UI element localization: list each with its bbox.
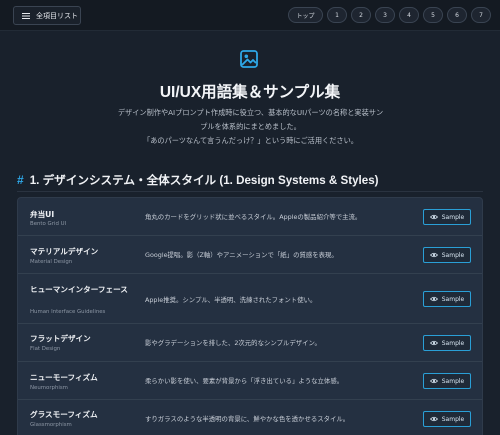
- list-item: フラットデザイン Flat Design 影やグラデーションを排した、2次元的な…: [18, 324, 482, 362]
- top-bar: 全項目リスト トップ 1 2 3 4 5 6 7: [0, 0, 500, 31]
- term-english-name: Bento Grid UI: [30, 221, 67, 227]
- all-items-menu-button[interactable]: 全項目リスト: [13, 6, 81, 25]
- page-title: UI/UX用語集＆サンプル集: [159, 84, 341, 101]
- nav-page-6-button[interactable]: 6: [447, 7, 467, 23]
- term-name: マテリアルデザイン: [30, 247, 99, 256]
- term-description: 影やグラデーションを排した、2次元的なシンプルデザイン。: [145, 339, 321, 347]
- list-item: 弁当UI Bento Grid UI 角丸のカードをグリッド状に並べるスタイル。…: [18, 198, 482, 236]
- sample-button-label: Sample: [441, 295, 465, 303]
- sample-button-label: Sample: [441, 377, 465, 385]
- sample-button[interactable]: Sample: [423, 209, 471, 225]
- description-line: デザイン制作やAIプロンプト作成時に役立つ、基本的なUIパーツの名称と実装サン: [117, 108, 384, 117]
- term-english-name: Material Design: [30, 259, 73, 265]
- term-description: Apple推奨。シンプル、半透明、洗練されたフォント使い。: [145, 296, 317, 304]
- terms-list: 弁当UI Bento Grid UI 角丸のカードをグリッド状に並べるスタイル。…: [17, 197, 483, 435]
- term-name: 弁当UI: [30, 210, 55, 219]
- list-item: ヒューマンインターフェース Human Interface Guidelines…: [18, 274, 482, 324]
- nav-page-3-button[interactable]: 3: [375, 7, 395, 23]
- description-line: プルを体系的にまとめました。: [200, 122, 301, 131]
- hamburger-icon: [22, 12, 30, 19]
- eye-icon: [429, 378, 438, 384]
- term-name: グラスモーフィズム: [30, 410, 98, 419]
- section-heading: # 1. デザインシステム・全体スタイル (1. Design Systems …: [17, 172, 487, 188]
- nav-top-button[interactable]: トップ: [288, 7, 323, 23]
- eye-icon: [429, 296, 438, 302]
- term-english-name: Human Interface Guidelines: [30, 309, 106, 315]
- term-name: フラットデザイン: [30, 334, 91, 343]
- eye-icon: [429, 416, 438, 422]
- section-title: 1. デザインシステム・全体スタイル (1. Design Systems & …: [29, 174, 379, 187]
- sample-button[interactable]: Sample: [423, 247, 471, 263]
- page-navigation: トップ 1 2 3 4 5 6 7: [288, 7, 495, 23]
- section-divider: [17, 191, 483, 192]
- nav-page-1-button[interactable]: 1: [327, 7, 347, 23]
- eye-icon: [429, 214, 438, 220]
- sample-button-label: Sample: [441, 415, 465, 423]
- menu-button-label: 全項目リスト: [36, 11, 78, 20]
- page-description: デザイン制作やAIプロンプト作成時に役立つ、基本的なUIパーツの名称と実装サン …: [108, 106, 393, 148]
- term-english-name: Flat Design: [30, 346, 61, 352]
- term-name: ヒューマンインターフェース: [30, 285, 128, 294]
- sample-button-label: Sample: [441, 251, 465, 259]
- term-description: 柔らかい影を使い、要素が背景から「浮き出ている」ような立体感。: [145, 377, 344, 385]
- term-description: Google提唱。影（Z軸）やアニメーションで「紙」の質感を表現。: [145, 251, 338, 259]
- list-item: ニューモーフィズム Neumorphism 柔らかい影を使い、要素が背景から「浮…: [18, 362, 482, 400]
- eye-icon: [429, 252, 438, 258]
- image-icon: [240, 50, 258, 68]
- list-item: マテリアルデザイン Material Design Google提唱。影（Z軸）…: [18, 236, 482, 274]
- nav-page-4-button[interactable]: 4: [399, 7, 419, 23]
- nav-page-2-button[interactable]: 2: [351, 7, 371, 23]
- term-name: ニューモーフィズム: [30, 373, 98, 382]
- sample-button-label: Sample: [441, 339, 465, 347]
- term-description: 角丸のカードをグリッド状に並べるスタイル。Appleの製品紹介等で主流。: [145, 213, 362, 221]
- nav-page-7-button[interactable]: 7: [471, 7, 491, 23]
- sample-button[interactable]: Sample: [423, 335, 471, 351]
- sample-button[interactable]: Sample: [423, 373, 471, 389]
- list-item: グラスモーフィズム Glassmorphism すりガラスのような半透明の背景に…: [18, 400, 482, 435]
- sample-button[interactable]: Sample: [423, 291, 471, 307]
- term-english-name: Neumorphism: [30, 385, 68, 391]
- nav-page-5-button[interactable]: 5: [423, 7, 443, 23]
- hash-icon: #: [17, 173, 24, 187]
- term-description: すりガラスのような半透明の背景に、鮮やかな色を透かせるスタイル。: [145, 415, 350, 423]
- sample-button-label: Sample: [441, 213, 465, 221]
- description-line: 「あのパーツなんて言うんだっけ？」という時にご活用ください。: [143, 136, 358, 145]
- term-english-name: Glassmorphism: [30, 422, 72, 428]
- eye-icon: [429, 340, 438, 346]
- sample-button[interactable]: Sample: [423, 411, 471, 427]
